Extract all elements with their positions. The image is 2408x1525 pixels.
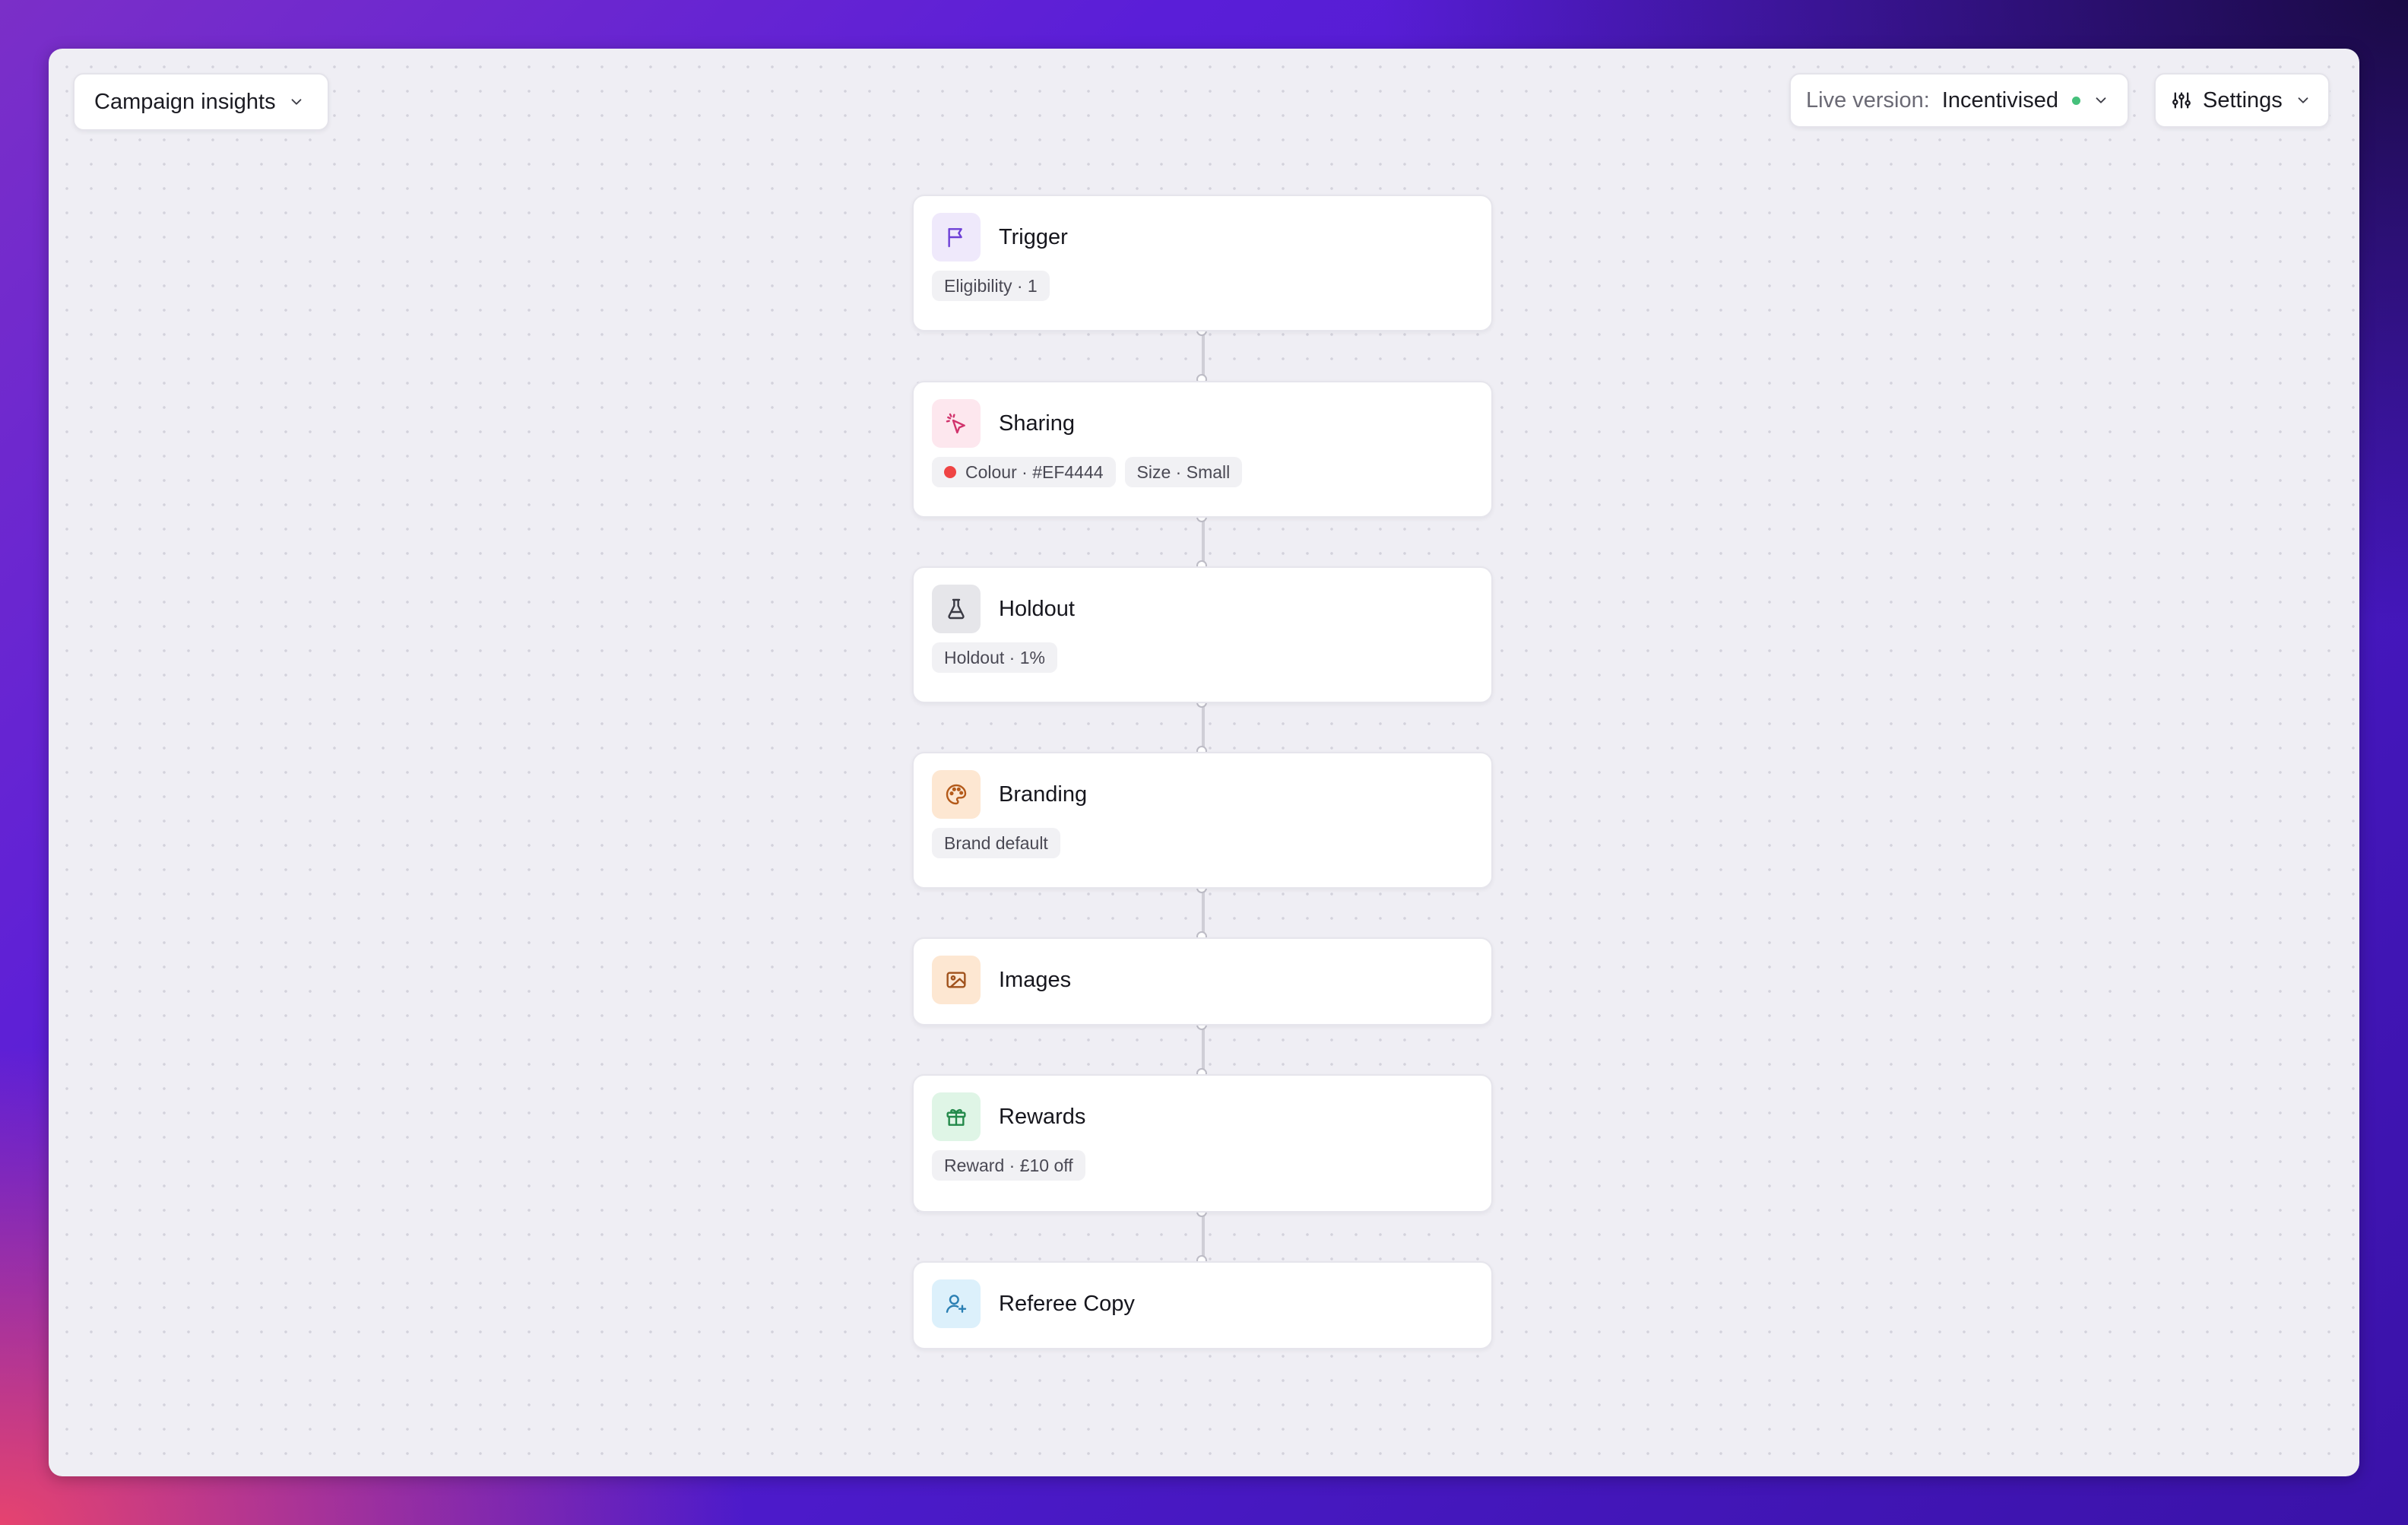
gift-icon: [946, 1108, 966, 1126]
node-tag: Size · Small: [1124, 457, 1243, 487]
settings-dropdown[interactable]: Settings: [2154, 73, 2330, 128]
chevron-down-icon: [291, 99, 301, 105]
node-icon-badge: [932, 213, 981, 262]
campaign-insights-label: Campaign insights: [94, 89, 276, 114]
cursor-click-icon: [946, 413, 965, 434]
colour-swatch-dot: [944, 466, 956, 478]
node-title: Images: [999, 967, 1072, 992]
campaign-insights-dropdown[interactable]: Campaign insights: [73, 73, 329, 131]
live-version-dropdown[interactable]: Live version: Incentivised: [1789, 73, 2129, 128]
connector-line: [1202, 703, 1205, 750]
flow-node-rewards[interactable]: Rewards Reward · £10 off: [912, 1074, 1493, 1213]
node-tag: Reward · £10 off: [932, 1150, 1085, 1181]
palette-icon: [946, 784, 967, 805]
node-title: Trigger: [999, 224, 1068, 249]
node-tag: Holdout · 1%: [932, 642, 1057, 673]
settings-label: Settings: [2203, 87, 2283, 113]
node-icon-badge: [932, 770, 981, 819]
flow-node-images[interactable]: Images: [912, 937, 1493, 1026]
node-tag-text: Colour · #EF4444: [965, 461, 1104, 482]
live-version-label: Live version:: [1806, 87, 1930, 113]
connector-line: [1202, 889, 1205, 936]
node-title: Rewards: [999, 1104, 1086, 1129]
connector-line: [1202, 518, 1205, 565]
connector-line: [1202, 331, 1205, 379]
flask-icon: [948, 598, 965, 620]
node-icon-badge: [932, 399, 981, 448]
flag-icon: [948, 228, 962, 248]
flow-canvas[interactable]: Campaign insights Live version: Incentiv…: [49, 49, 2359, 1476]
node-tag: Brand default: [932, 828, 1060, 858]
node-tag-colour: Colour · #EF4444: [932, 457, 1116, 487]
chevron-down-icon: [2096, 97, 2106, 103]
node-title: Branding: [999, 782, 1088, 807]
connector-line: [1202, 1213, 1205, 1260]
node-tag: Eligibility · 1: [932, 271, 1050, 301]
flow-node-holdout[interactable]: Holdout Holdout · 1%: [912, 566, 1493, 703]
node-icon-badge: [932, 1279, 981, 1328]
live-version-value: Incentivised: [1941, 87, 2058, 113]
connector-line: [1202, 1026, 1205, 1073]
node-icon-badge: [932, 956, 981, 1004]
live-status-dot: [2071, 96, 2080, 105]
flow-node-referee-copy[interactable]: Referee Copy: [912, 1261, 1493, 1349]
flow-node-branding[interactable]: Branding Brand default: [912, 752, 1493, 889]
node-title: Holdout: [999, 596, 1075, 621]
image-icon: [946, 972, 966, 988]
node-icon-badge: [932, 585, 981, 633]
user-plus-icon: [946, 1295, 967, 1313]
flow-node-sharing[interactable]: Sharing Colour · #EF4444 Size · Small: [912, 381, 1493, 518]
node-icon-badge: [932, 1092, 981, 1141]
flow-node-trigger[interactable]: Trigger Eligibility · 1: [912, 195, 1493, 331]
node-title: Sharing: [999, 411, 1075, 436]
chevron-down-icon: [2298, 97, 2308, 103]
sliders-icon: [2172, 92, 2191, 109]
node-title: Referee Copy: [999, 1291, 1135, 1316]
